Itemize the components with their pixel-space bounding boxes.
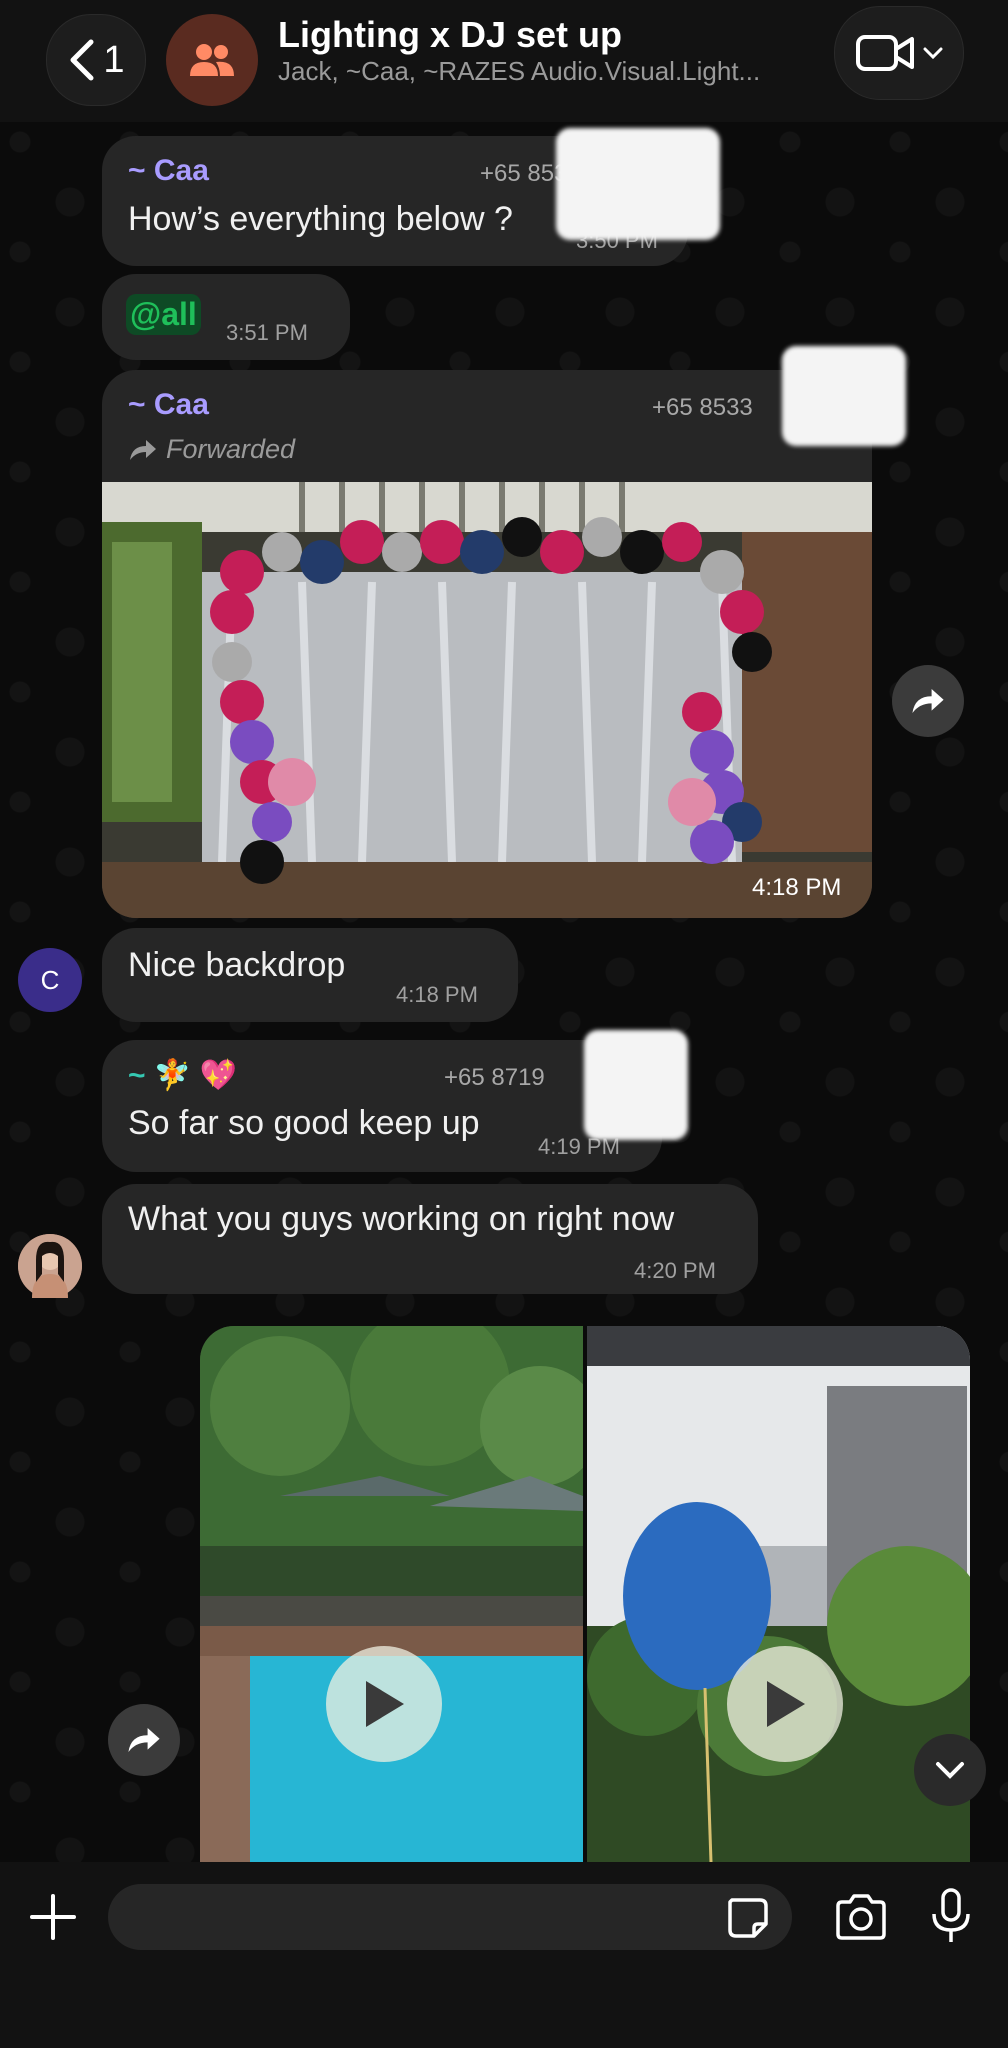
chat-header: 1 Lighting x DJ set up Jack, ~Caa, ~RAZE… <box>0 0 1008 122</box>
video-album[interactable] <box>200 1326 970 1862</box>
share-arrow-icon <box>912 689 944 713</box>
play-icon <box>366 1681 404 1727</box>
play-button[interactable] <box>727 1646 843 1762</box>
forward-button[interactable] <box>892 665 964 737</box>
forward-button[interactable] <box>108 1704 180 1776</box>
video-camera-icon <box>856 35 914 71</box>
compose-bar <box>0 1862 1008 2048</box>
sender-name[interactable]: ~ Caa <box>128 154 209 188</box>
chevron-down-icon <box>923 47 943 60</box>
message-text: So far so good keep up <box>128 1104 480 1142</box>
scroll-to-bottom-button[interactable] <box>914 1734 986 1806</box>
message-text: What you guys working on right now <box>128 1200 675 1238</box>
microphone-icon <box>932 1888 970 1942</box>
message-bubble[interactable]: @all 3:51 PM <box>102 274 350 360</box>
image-time: 4:18 PM <box>752 874 842 901</box>
chevron-down-icon <box>936 1762 964 1779</box>
chat-title[interactable]: Lighting x DJ set up <box>278 14 622 56</box>
redacted-area <box>556 128 720 240</box>
message-text: How’s everything below ? <box>128 200 513 238</box>
sticker-button[interactable] <box>724 1894 772 1942</box>
message-bubble[interactable]: ~ 🧚 💖 +65 8719 So far so good keep up 4:… <box>102 1040 662 1172</box>
pool-image <box>200 1326 600 1862</box>
message-input[interactable] <box>108 1884 792 1950</box>
profile-photo-icon <box>18 1234 82 1298</box>
balloon-image <box>587 1326 970 1862</box>
group-avatar[interactable] <box>166 14 258 106</box>
message-time: 4:20 PM <box>634 1258 716 1283</box>
play-icon <box>767 1681 805 1727</box>
video-thumbnail-pool[interactable] <box>200 1326 600 1862</box>
sender-phone: +65 8533 <box>652 394 753 421</box>
sender-phone: +65 853 <box>480 160 568 187</box>
group-icon <box>190 44 234 76</box>
attach-button[interactable] <box>28 1892 78 1942</box>
message-time: 3:51 PM <box>226 320 308 345</box>
sticker-icon <box>728 1898 768 1938</box>
microphone-button[interactable] <box>928 1886 974 1946</box>
camera-button[interactable] <box>832 1888 890 1946</box>
redacted-area <box>584 1030 688 1140</box>
chevron-left-icon <box>70 39 94 81</box>
forwarded-photo[interactable]: 4:18 PM <box>102 482 872 918</box>
unread-count: 1 <box>103 38 125 81</box>
camera-icon <box>836 1894 886 1940</box>
video-thumbnail-balloon[interactable] <box>587 1326 970 1862</box>
sender-phone: +65 8719 <box>444 1064 545 1091</box>
sender-name[interactable]: ~ 🧚 💖 <box>128 1058 237 1093</box>
play-button[interactable] <box>326 1646 442 1762</box>
forwarded-label: Forwarded <box>128 434 295 465</box>
balloon-backdrop-image <box>102 482 872 918</box>
plus-icon <box>30 1894 76 1940</box>
share-arrow-icon <box>128 1728 160 1752</box>
back-button[interactable]: 1 <box>46 14 146 106</box>
chat-members[interactable]: Jack, ~Caa, ~RAZES Audio.Visual.Light... <box>278 56 808 87</box>
mention-all[interactable]: @all <box>126 294 201 335</box>
message-bubble[interactable]: ~ Caa +65 8533 Forwarded 4:18 PM <box>102 370 872 918</box>
forward-arrow-icon <box>130 439 156 460</box>
avatar[interactable] <box>18 1234 82 1298</box>
sender-name[interactable]: ~ Caa <box>128 388 209 422</box>
message-bubble[interactable]: Nice backdrop 4:18 PM <box>102 928 518 1022</box>
video-call-button[interactable] <box>834 6 964 100</box>
redacted-area <box>782 346 906 446</box>
message-time: 4:18 PM <box>396 982 478 1007</box>
message-text: Nice backdrop <box>128 946 346 984</box>
avatar[interactable]: C <box>18 948 82 1012</box>
message-bubble[interactable]: What you guys working on right now 4:20 … <box>102 1184 758 1294</box>
